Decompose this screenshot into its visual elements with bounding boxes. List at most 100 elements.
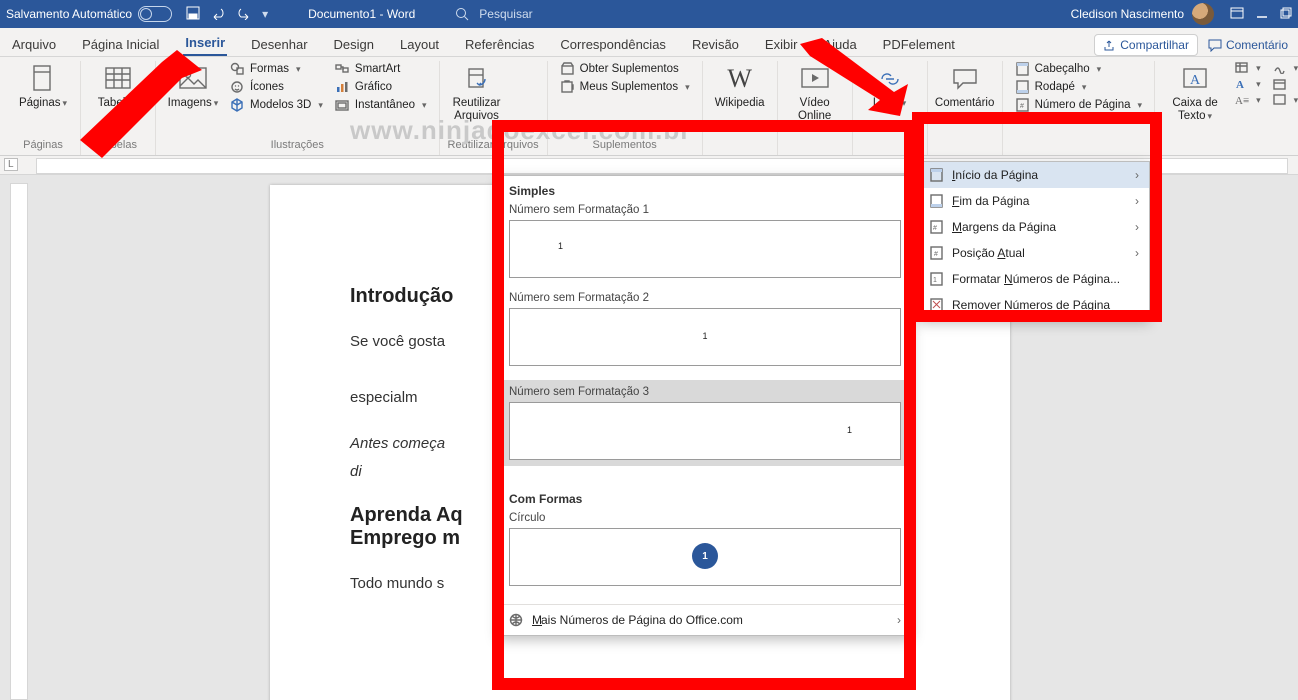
window-buttons	[1230, 7, 1292, 22]
menu-posicao-atual[interactable]: # Posição Atual›	[919, 240, 1149, 266]
instantaneo-button[interactable]: Instantâneo▾	[331, 97, 431, 113]
search-box[interactable]	[455, 6, 621, 22]
signed-in-user[interactable]: Cledison Nascimento	[1071, 3, 1214, 25]
smartart-icon	[335, 62, 350, 76]
cabecalho-button[interactable]: Cabeçalho▾	[1011, 61, 1146, 77]
gallery-option-1[interactable]: Número sem Formatação 1	[509, 204, 901, 278]
minimize-icon[interactable]	[1256, 7, 1268, 22]
comments-button[interactable]: Comentário	[1208, 38, 1288, 52]
svg-text:A: A	[1236, 79, 1244, 90]
formas-button[interactable]: Formas▾	[226, 61, 327, 77]
signature-button[interactable]: ▾	[1269, 61, 1298, 75]
tab-pdfelement[interactable]: PDFelement	[881, 33, 957, 56]
svg-text:A≡: A≡	[1235, 95, 1249, 106]
signature-icon	[1273, 62, 1287, 74]
svg-text:#: #	[933, 225, 937, 232]
wikipedia-button[interactable]: W Wikipedia	[711, 61, 769, 110]
caixa-texto-button[interactable]: A Caixa de Texto▾	[1163, 61, 1227, 123]
numero-pagina-button[interactable]: #Número de Página▾	[1011, 97, 1146, 113]
tab-revisao[interactable]: Revisão	[690, 33, 741, 56]
save-icon[interactable]	[186, 6, 200, 23]
dropcap-icon: A≡	[1235, 94, 1249, 106]
tab-correspondencias[interactable]: Correspondências	[558, 33, 668, 56]
gallery-preview-1	[509, 220, 901, 278]
dropcap-button[interactable]: A≡▾	[1231, 93, 1265, 107]
gallery-preview-3	[509, 402, 901, 460]
tab-design[interactable]: Design	[332, 33, 376, 56]
modelos3d-button[interactable]: Modelos 3D▾	[226, 97, 327, 113]
group-ilustracoes: Imagens▾ Formas▾ Ícones Modelos 3D▾ Smar…	[156, 61, 440, 155]
comentario-button[interactable]: Comentário	[936, 61, 994, 110]
quickparts-button[interactable]: ▾	[1231, 61, 1265, 75]
gallery-preview-2	[509, 308, 901, 366]
svg-text:#: #	[1020, 103, 1024, 110]
group-tabelas: Tabela▾ Tabelas	[81, 61, 156, 155]
cursor-pos-icon: #	[929, 246, 944, 260]
tab-stop-indicator[interactable]: L	[4, 158, 18, 171]
meus-suplementos-button[interactable]: Meus Suplementos▾	[556, 79, 694, 95]
ribbon-options-icon[interactable]	[1230, 7, 1244, 22]
object-button[interactable]: ▾	[1269, 93, 1298, 107]
vertical-ruler[interactable]	[10, 183, 28, 700]
icones-button[interactable]: Ícones	[226, 79, 327, 95]
tab-arquivo[interactable]: Arquivo	[10, 33, 58, 56]
menu-fim-pagina[interactable]: Fim da Página›	[919, 188, 1149, 214]
autosave-toggle[interactable]	[138, 6, 172, 22]
wordart-icon: A	[1235, 78, 1249, 90]
tab-ajuda[interactable]: Ajuda	[821, 33, 858, 56]
share-icon	[1103, 39, 1116, 52]
group-paginas: Páginas▾ Páginas	[6, 61, 81, 155]
link-icon	[876, 67, 904, 91]
datetime-button[interactable]	[1269, 77, 1298, 91]
gallery-option-2[interactable]: Número sem Formatação 2	[509, 292, 901, 366]
tab-desenhar[interactable]: Desenhar	[249, 33, 309, 56]
page-margin-icon: #	[929, 220, 944, 234]
menu-inicio-pagina[interactable]: Início da Página›	[919, 162, 1149, 188]
tab-layout[interactable]: Layout	[398, 33, 441, 56]
page-bottom-icon	[929, 194, 944, 208]
wordart-button[interactable]: A▾	[1231, 77, 1265, 91]
header-icon	[1015, 62, 1030, 76]
gallery-more-office[interactable]: Mais Números de Página do Office.com ›	[499, 604, 911, 635]
tab-exibir[interactable]: Exibir	[763, 33, 800, 56]
obter-suplementos-button[interactable]: Obter Suplementos	[556, 61, 694, 77]
group-suplementos: Obter Suplementos Meus Suplementos▾ Supl…	[548, 61, 703, 155]
page-number-menu: Início da Página› Fim da Página› # Marge…	[918, 161, 1150, 319]
remove-icon	[929, 298, 944, 312]
group-cabecalho-rodape: Cabeçalho▾ Rodapé▾ #Número de Página▾	[1003, 61, 1155, 155]
smartart-button[interactable]: SmartArt	[331, 61, 431, 77]
links-button[interactable]: Links▾	[861, 61, 919, 110]
comment-icon	[1208, 39, 1222, 52]
picture-icon	[178, 66, 208, 92]
restore-icon[interactable]	[1280, 7, 1292, 22]
video-icon	[800, 67, 830, 91]
tab-pagina-inicial[interactable]: Página Inicial	[80, 33, 161, 56]
search-input[interactable]	[477, 6, 621, 22]
store-icon	[560, 62, 575, 76]
rodape-button[interactable]: Rodapé▾	[1011, 79, 1146, 95]
gallery-option-circulo[interactable]: Círculo 1	[509, 512, 901, 586]
redo-icon[interactable]	[236, 6, 252, 23]
quickparts-icon	[1235, 62, 1249, 74]
tab-referencias[interactable]: Referências	[463, 33, 536, 56]
menu-formatar-numeros[interactable]: 1 Formatar Números de Página...	[919, 266, 1149, 292]
menu-label: Posição Atual	[952, 246, 1025, 260]
undo-icon[interactable]	[210, 6, 226, 23]
grafico-button[interactable]: Gráfico	[331, 79, 431, 95]
quick-access-toolbar: ▾	[186, 6, 268, 23]
video-online-button[interactable]: Vídeo Online	[786, 61, 844, 123]
menu-remover-numeros[interactable]: Remover Números de Página	[919, 292, 1149, 318]
textbox-icon: A	[1181, 66, 1209, 92]
menu-label: Remover Números de Página	[952, 298, 1110, 312]
gallery-option-3[interactable]: Número sem Formatação 3	[499, 380, 911, 466]
svg-text:#: #	[934, 251, 938, 258]
reutilizar-button[interactable]: Reutilizar Arquivos	[448, 61, 506, 123]
tab-inserir[interactable]: Inserir	[183, 31, 227, 56]
imagens-button[interactable]: Imagens▾	[164, 61, 222, 110]
share-button[interactable]: Compartilhar	[1094, 34, 1198, 56]
tabela-button[interactable]: Tabela▾	[89, 61, 147, 110]
menu-margens-pagina[interactable]: # Margens da Página›	[919, 214, 1149, 240]
menu-label: Início da Página	[952, 168, 1038, 182]
qat-more-icon[interactable]: ▾	[262, 7, 268, 21]
paginas-button[interactable]: Páginas▾	[14, 61, 72, 110]
